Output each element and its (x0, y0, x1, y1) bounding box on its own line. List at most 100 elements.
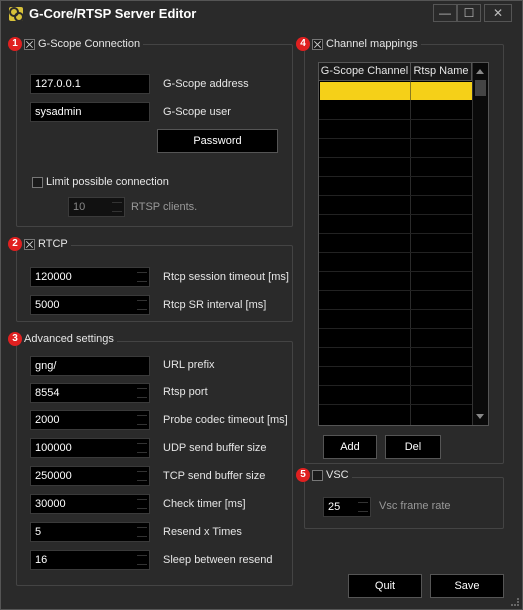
rtsp-clients-input[interactable]: 10 (68, 197, 125, 217)
channel-mappings-table[interactable]: G-Scope Channel Rtsp Name (318, 62, 489, 426)
title-bar: G-Core/RTSP Server Editor — ☐ ✕ (1, 1, 522, 27)
sleep-resend-spinner-icon[interactable] (137, 555, 147, 565)
table-row-line (319, 385, 472, 386)
table-row-line (319, 195, 472, 196)
probe-codec-timeout-input[interactable]: 2000 (30, 410, 150, 430)
gscope-address-input[interactable]: 127.0.0.1 (30, 74, 150, 94)
step-badge-5: 5 (296, 468, 310, 482)
tcp-buffer-input[interactable]: 250000 (30, 466, 150, 486)
check-timer-input[interactable]: 30000 (30, 494, 150, 514)
channel-mappings-checkbox[interactable] (312, 38, 323, 50)
del-mapping-button[interactable]: Del (385, 435, 441, 459)
rtcp-session-timeout-value: 120000 (35, 271, 72, 283)
resend-times-spinner-icon[interactable] (137, 527, 147, 537)
rtsp-clients-label: RTSP clients. (131, 201, 198, 213)
table-row-line (319, 366, 472, 367)
rtcp-enable-checkbox[interactable] (24, 238, 35, 250)
save-button[interactable]: Save (430, 574, 504, 598)
udp-buffer-spinner-icon[interactable] (137, 443, 147, 453)
limit-connection-checkbox[interactable] (32, 176, 43, 188)
rtcp-session-timeout-label: Rtcp session timeout [ms] (163, 271, 289, 283)
udp-buffer-value: 100000 (35, 442, 72, 454)
check-timer-spinner-icon[interactable] (137, 499, 147, 509)
table-row-line (319, 119, 472, 120)
scroll-up-arrow-icon[interactable] (476, 69, 484, 74)
rtsp-port-value: 8554 (35, 387, 60, 399)
rtcp-header: 2 RTCP (8, 237, 71, 251)
step-badge-3: 3 (8, 332, 22, 346)
gscope-user-input[interactable]: sysadmin (30, 102, 150, 122)
rtsp-port-spinner-icon[interactable] (137, 388, 147, 398)
rtcp-session-timeout-input[interactable]: 120000 (30, 267, 150, 287)
tcp-buffer-label: TCP send buffer size (163, 470, 266, 482)
advanced-settings-title: Advanced settings (24, 333, 114, 345)
vsc-enable-checkbox[interactable] (312, 469, 323, 481)
table-row-line (319, 214, 472, 215)
gscope-enable-checkbox[interactable] (24, 38, 35, 50)
tcp-buffer-value: 250000 (35, 470, 72, 482)
close-button[interactable]: ✕ (484, 4, 512, 22)
url-prefix-input[interactable]: gng/ (30, 356, 150, 376)
table-row-line (319, 233, 472, 234)
gscope-connection-title: G-Scope Connection (38, 38, 141, 50)
resend-times-value: 5 (35, 526, 42, 538)
rtcp-sr-interval-input[interactable]: 5000 (30, 295, 150, 315)
add-mapping-button[interactable]: Add (323, 435, 377, 459)
udp-buffer-input[interactable]: 100000 (30, 438, 150, 458)
probe-codec-timeout-value: 2000 (35, 414, 60, 426)
limit-connection-label: Limit possible connection (46, 176, 169, 188)
resend-times-input[interactable]: 5 (30, 522, 150, 542)
rtcp-sr-interval-spinner-icon[interactable] (137, 300, 147, 310)
gscope-address-label: G-Scope address (163, 78, 249, 90)
minimize-button[interactable]: — (433, 4, 457, 22)
resend-times-label: Resend x Times (163, 526, 242, 538)
gscope-user-label: G-Scope user (163, 106, 231, 118)
check-timer-label: Check timer [ms] (163, 498, 246, 510)
rtsp-clients-spinner-icon[interactable] (112, 202, 122, 212)
limit-connection-row: Limit possible connection (32, 176, 169, 188)
url-prefix-value: gng/ (35, 360, 57, 372)
table-scrollbar[interactable] (472, 63, 488, 425)
vsc-title: VSC (326, 469, 349, 481)
vsc-frame-rate-label: Vsc frame rate (379, 500, 451, 512)
sleep-resend-input[interactable]: 16 (30, 550, 150, 570)
column-header-gscope-channel[interactable]: G-Scope Channel (319, 63, 411, 81)
password-button[interactable]: Password (157, 129, 278, 153)
table-row-line (319, 271, 472, 272)
column-header-rtsp-name[interactable]: Rtsp Name (411, 63, 472, 81)
step-badge-1: 1 (8, 37, 22, 51)
sleep-resend-label: Sleep between resend (163, 554, 273, 566)
rtcp-sr-interval-label: Rtcp SR interval [ms] (163, 299, 267, 311)
maximize-button[interactable]: ☐ (457, 4, 481, 22)
table-row-selected[interactable] (320, 82, 472, 100)
probe-codec-timeout-spinner-icon[interactable] (137, 415, 147, 425)
resize-grip-icon[interactable] (511, 598, 519, 606)
tcp-buffer-spinner-icon[interactable] (137, 471, 147, 481)
table-row-line (319, 176, 472, 177)
probe-codec-timeout-label: Probe codec timeout [ms] (163, 414, 288, 426)
rtsp-port-input[interactable]: 8554 (30, 383, 150, 403)
vsc-header: 5 VSC (296, 468, 352, 482)
table-row-line (319, 157, 472, 158)
scroll-thumb[interactable] (475, 80, 486, 96)
quit-button[interactable]: Quit (348, 574, 422, 598)
rtcp-session-timeout-spinner-icon[interactable] (137, 272, 147, 282)
scroll-down-arrow-icon[interactable] (476, 414, 484, 419)
column-divider (410, 81, 411, 425)
channel-mappings-title: Channel mappings (326, 38, 418, 50)
table-row-line (319, 404, 472, 405)
rtsp-port-label: Rtsp port (163, 386, 208, 398)
table-row-line (319, 138, 472, 139)
vsc-frame-rate-input[interactable]: 25 (323, 497, 371, 517)
table-row-line (319, 309, 472, 310)
vsc-frame-rate-spinner-icon[interactable] (358, 502, 368, 512)
channel-mappings-header: 4 Channel mappings (296, 37, 421, 51)
step-badge-2: 2 (8, 237, 22, 251)
table-row-line (319, 290, 472, 291)
advanced-settings-header: 3 Advanced settings (8, 332, 117, 346)
rtsp-clients-value: 10 (73, 201, 86, 213)
sleep-resend-value: 16 (35, 554, 48, 566)
udp-buffer-label: UDP send buffer size (163, 442, 267, 454)
table-row-line (319, 252, 472, 253)
check-timer-value: 30000 (35, 498, 66, 510)
